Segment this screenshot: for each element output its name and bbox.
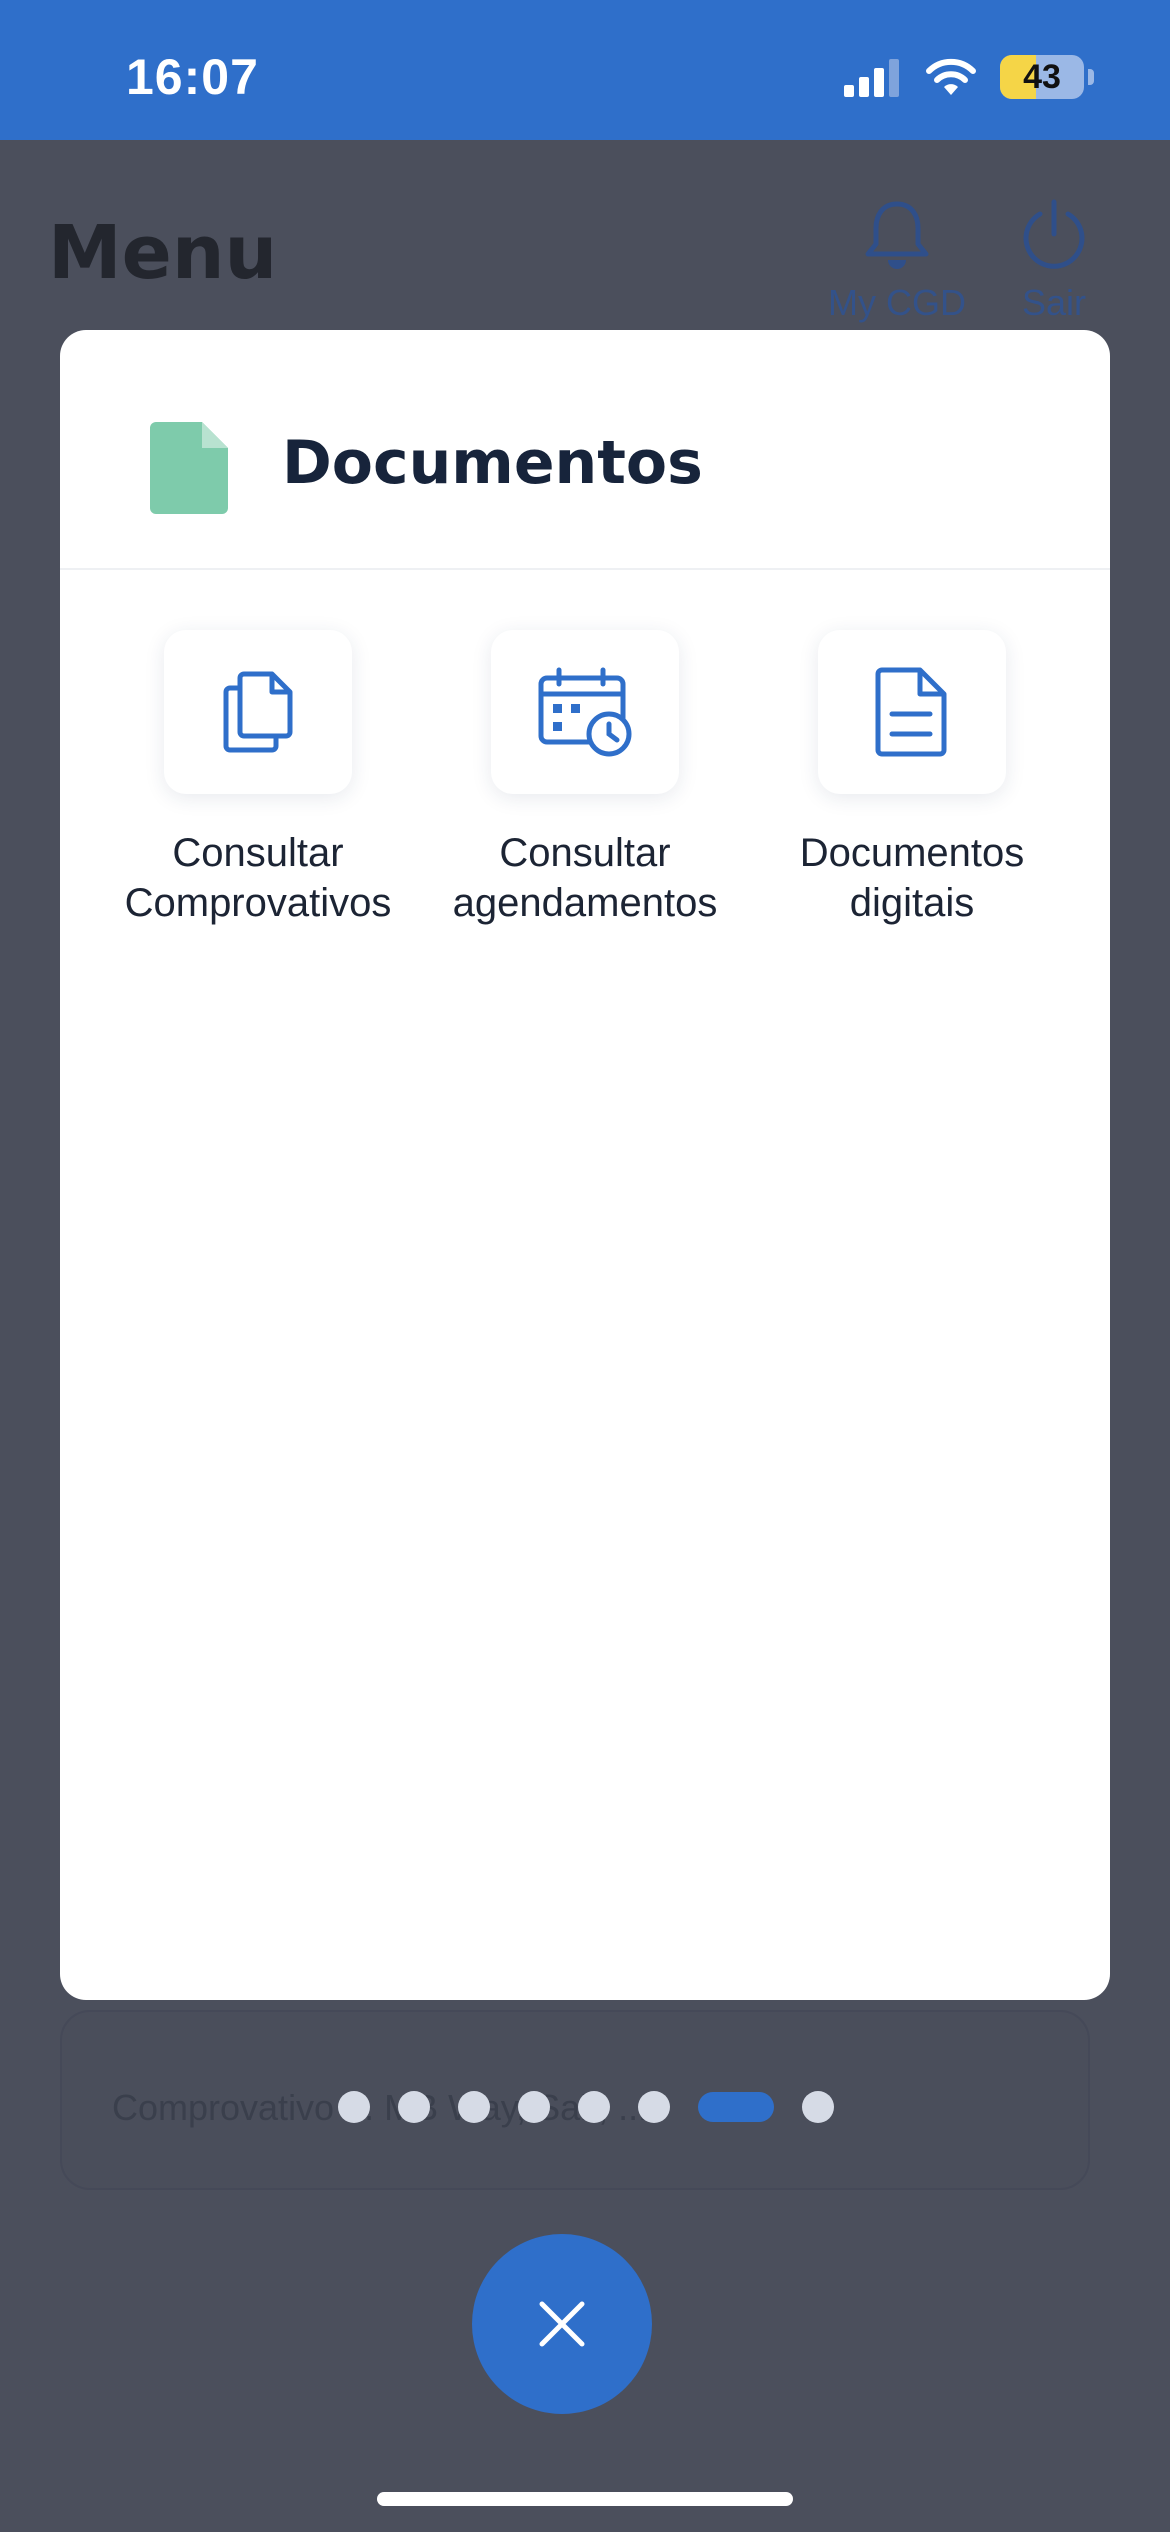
status-time: 16:07: [126, 49, 259, 105]
option-label: Documentos digitais: [799, 831, 1025, 925]
close-icon: [539, 2301, 585, 2347]
power-icon: [1023, 199, 1085, 269]
document-icon: [150, 422, 228, 514]
modal-header: Documentos: [60, 330, 1110, 570]
close-button[interactable]: [472, 2234, 652, 2414]
my-cgd-button[interactable]: My CGD: [828, 198, 966, 324]
option-label: Consultar agendamentos: [452, 831, 718, 925]
page-dot[interactable]: [802, 2091, 834, 2123]
document-lines-icon: [875, 667, 947, 757]
battery-indicator: 43: [1000, 55, 1084, 99]
page-dot[interactable]: [398, 2091, 430, 2123]
option-tile[interactable]: [164, 630, 352, 794]
calendar-clock-icon: [538, 667, 632, 757]
page-dot[interactable]: [578, 2091, 610, 2123]
cellular-signal-icon: [844, 59, 899, 97]
battery-tip: [1088, 69, 1094, 85]
page-title: Menu: [48, 210, 278, 296]
page-dot[interactable]: [338, 2091, 370, 2123]
bell-icon: [865, 201, 929, 269]
documents-modal: Documentos Consultar Comprovativos Consu…: [60, 330, 1110, 2000]
logout-button[interactable]: Sair: [1018, 198, 1090, 324]
page-dot-active[interactable]: [698, 2092, 774, 2122]
modal-title: Documentos: [282, 428, 703, 498]
status-icons: 43: [844, 52, 1094, 102]
documents-copy-icon: [223, 671, 293, 753]
status-bar: 16:07 43: [0, 0, 1170, 140]
page-header: Menu My CGD Sair: [0, 140, 1170, 340]
page-indicator: [338, 2091, 834, 2123]
wifi-icon: [926, 58, 976, 95]
consultar-agendamentos-option[interactable]: Consultar agendamentos: [420, 630, 750, 928]
page-dot[interactable]: [638, 2091, 670, 2123]
option-tile[interactable]: [491, 630, 679, 794]
option-label: Consultar Comprovativos: [124, 831, 392, 925]
option-tile[interactable]: [818, 630, 1006, 794]
page-dot[interactable]: [518, 2091, 550, 2123]
consultar-comprovativos-option[interactable]: Consultar Comprovativos: [93, 630, 423, 928]
documentos-digitais-option[interactable]: Documentos digitais: [747, 630, 1077, 928]
my-cgd-label: My CGD: [828, 282, 966, 323]
battery-level: 43: [1023, 57, 1061, 96]
logout-label: Sair: [1021, 282, 1087, 323]
home-indicator[interactable]: [377, 2492, 793, 2506]
page-dot[interactable]: [458, 2091, 490, 2123]
